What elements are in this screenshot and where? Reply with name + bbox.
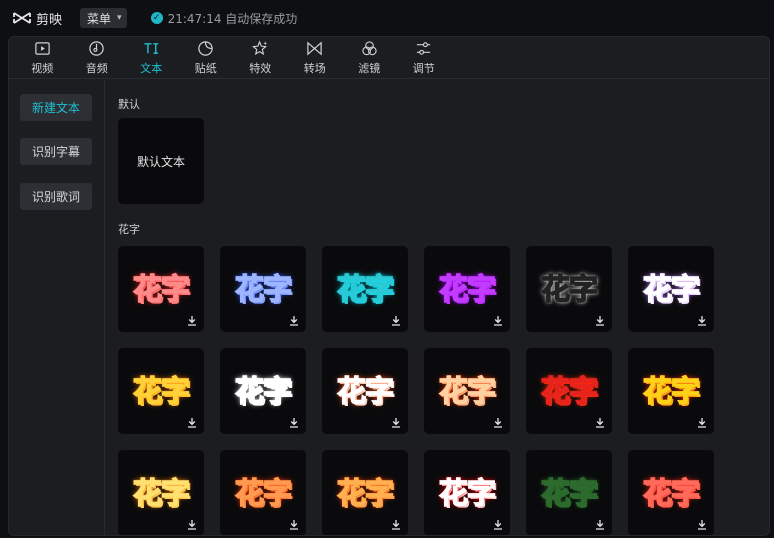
category-tabs: 视频 音频 文本 贴纸 特效 转场 滤镜 调节 xyxy=(9,37,769,79)
transition-icon xyxy=(306,39,324,57)
download-icon[interactable] xyxy=(391,519,401,530)
huazi-style-card[interactable]: 花字 xyxy=(424,246,510,332)
download-icon[interactable] xyxy=(595,519,605,530)
huazi-preview-text: 花字 xyxy=(642,373,701,408)
chevron-down-icon: ▾ xyxy=(117,13,122,23)
download-icon[interactable] xyxy=(493,519,503,530)
huazi-preview-text: 花字 xyxy=(438,271,497,306)
huazi-preview-text: 花字 xyxy=(540,373,599,408)
sidebar-item-recognize-lyrics[interactable]: 识别歌词 xyxy=(20,183,92,210)
autosave-status: ✓ 21:47:14 自动保存成功 xyxy=(150,10,298,27)
huazi-style-card[interactable]: 花字 xyxy=(322,246,408,332)
huazi-style-card[interactable]: 花字 xyxy=(526,348,612,434)
tab-sticker[interactable]: 贴纸 xyxy=(179,37,234,78)
huazi-style-card[interactable]: 花字 xyxy=(526,246,612,332)
huazi-preview-text: 花字 xyxy=(642,271,701,306)
app-name: 剪映 xyxy=(36,12,63,28)
huazi-preview-text: 花字 xyxy=(132,475,191,510)
default-text-label: 默认文本 xyxy=(136,154,185,169)
huazi-style-card[interactable]: 花字 xyxy=(424,450,510,535)
huazi-style-card[interactable]: 花字 xyxy=(628,348,714,434)
huazi-style-card[interactable]: 花字 xyxy=(118,348,204,434)
download-icon[interactable] xyxy=(697,417,707,428)
huazi-preview-text: 花字 xyxy=(132,271,191,306)
download-icon[interactable] xyxy=(391,417,401,428)
download-icon[interactable] xyxy=(289,315,299,326)
tab-filter[interactable]: 滤镜 xyxy=(342,37,397,78)
huazi-preview-text: 花字 xyxy=(336,373,395,408)
tab-audio[interactable]: 音频 xyxy=(70,37,125,78)
huazi-preview-text: 花字 xyxy=(336,271,395,306)
tab-label: 音频 xyxy=(85,62,108,75)
tab-text[interactable]: 文本 xyxy=(124,37,179,78)
huazi-style-card[interactable]: 花字 xyxy=(220,348,306,434)
huazi-preview-text: 花字 xyxy=(642,475,701,510)
download-icon[interactable] xyxy=(289,519,299,530)
download-icon[interactable] xyxy=(595,417,605,428)
menu-button[interactable]: 菜单 ▾ xyxy=(80,8,127,28)
tab-adjust[interactable]: 调节 xyxy=(397,37,452,78)
download-icon[interactable] xyxy=(187,417,197,428)
default-text-card[interactable]: 默认文本 xyxy=(118,118,204,204)
tab-label: 视频 xyxy=(31,62,54,75)
filter-icon xyxy=(360,39,378,57)
huazi-style-card[interactable]: 花字 xyxy=(322,348,408,434)
section-title-default: 默认 xyxy=(118,98,140,111)
effects-icon xyxy=(251,39,269,57)
sidebar-item-new-text[interactable]: 新建文本 xyxy=(20,94,92,121)
tab-label: 调节 xyxy=(412,62,435,75)
sticker-icon xyxy=(197,39,215,57)
text-icon xyxy=(142,39,160,57)
huazi-preview-text: 花字 xyxy=(438,475,497,510)
tab-effects[interactable]: 特效 xyxy=(233,37,288,78)
material-panel: 视频 音频 文本 贴纸 特效 转场 滤镜 调节 新建文本 识别字幕 识别歌词 默… xyxy=(8,36,770,536)
text-sidebar: 新建文本 识别字幕 识别歌词 xyxy=(9,80,105,535)
huazi-style-card[interactable]: 花字 xyxy=(118,450,204,535)
huazi-style-card[interactable]: 花字 xyxy=(628,450,714,535)
text-content-area: 默认 默认文本 花字 花字 花字 花字 花字 花字 花字 花字 花字 花字 花字 花字 花字 花字 花字花… xyxy=(106,80,769,535)
app-logo: 剪映 xyxy=(12,9,62,28)
huazi-style-card[interactable]: 花字 xyxy=(220,450,306,535)
download-icon[interactable] xyxy=(493,315,503,326)
download-icon[interactable] xyxy=(187,519,197,530)
audio-icon xyxy=(88,39,106,57)
download-icon[interactable] xyxy=(493,417,503,428)
huazi-preview-text: 花字 xyxy=(540,271,599,306)
huazi-style-card[interactable]: 花字 xyxy=(118,246,204,332)
autosave-text: 21:47:14 自动保存成功 xyxy=(167,11,298,26)
title-bar: 剪映 菜单 ▾ ✓ 21:47:14 自动保存成功 xyxy=(0,0,774,36)
section-title-huazi: 花字 xyxy=(118,223,140,236)
huazi-style-card[interactable]: 花字 xyxy=(526,450,612,535)
huazi-preview-text: 花字 xyxy=(438,373,497,408)
capcut-logo-icon xyxy=(13,12,31,24)
tab-label: 转场 xyxy=(303,62,326,75)
download-icon[interactable] xyxy=(391,315,401,326)
download-icon[interactable] xyxy=(697,315,707,326)
sidebar-item-recognize-subtitles[interactable]: 识别字幕 xyxy=(20,138,92,165)
huazi-preview-text: 花字 xyxy=(336,475,395,510)
tab-video[interactable]: 视频 xyxy=(15,37,70,78)
huazi-preview-text: 花字 xyxy=(132,373,191,408)
tab-label: 特效 xyxy=(249,62,272,75)
huazi-style-card[interactable]: 花字 xyxy=(322,450,408,535)
huazi-style-card[interactable]: 花字 xyxy=(628,246,714,332)
huazi-style-card[interactable]: 花字 xyxy=(220,246,306,332)
download-icon[interactable] xyxy=(289,417,299,428)
check-circle-icon: ✓ xyxy=(150,12,163,24)
download-icon[interactable] xyxy=(187,315,197,326)
huazi-preview-text: 花字 xyxy=(540,475,599,510)
huazi-preview-text: 花字 xyxy=(234,373,293,408)
adjust-icon xyxy=(415,39,433,57)
menu-label: 菜单 xyxy=(87,11,112,26)
huazi-preview-text: 花字 xyxy=(234,475,293,510)
tab-label: 滤镜 xyxy=(358,62,381,75)
download-icon[interactable] xyxy=(595,315,605,326)
huazi-preview-text: 花字 xyxy=(234,271,293,306)
download-icon[interactable] xyxy=(697,519,707,530)
huazi-style-card[interactable]: 花字 xyxy=(424,348,510,434)
video-icon xyxy=(33,39,51,57)
tab-transition[interactable]: 转场 xyxy=(288,37,343,78)
tab-label: 文本 xyxy=(140,62,163,75)
tab-label: 贴纸 xyxy=(194,62,217,75)
